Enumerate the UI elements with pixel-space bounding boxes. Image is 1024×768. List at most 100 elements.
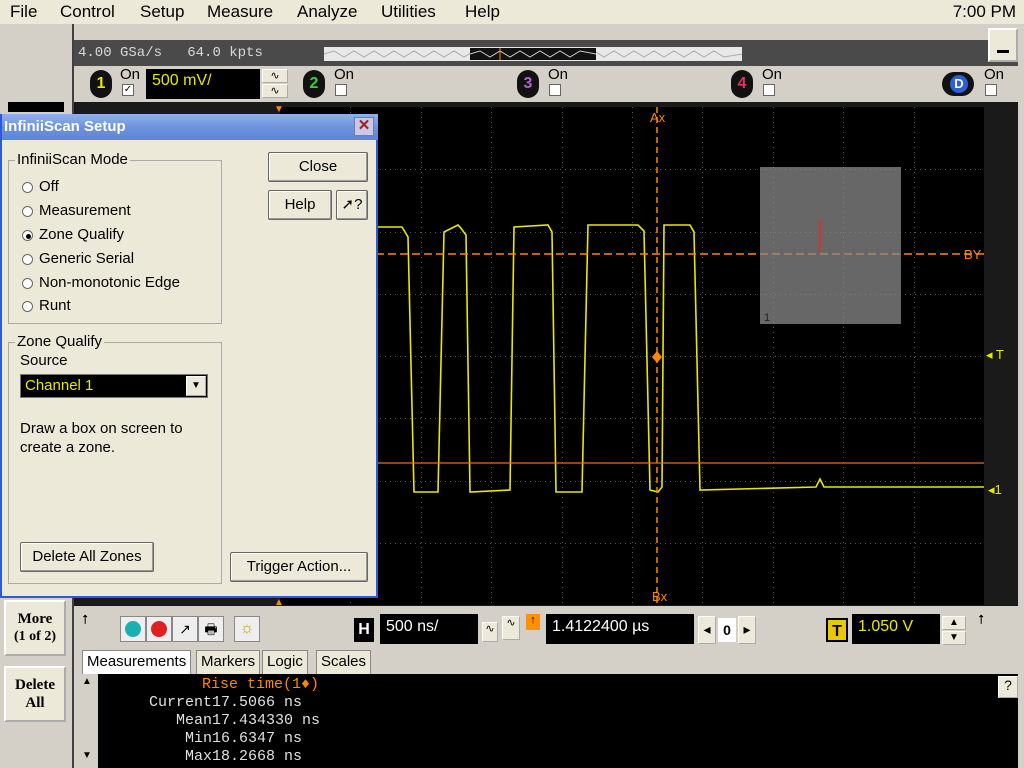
- horizontal-position-field[interactable]: 1.4122400 µs: [546, 614, 694, 644]
- timeline-view-window[interactable]: [470, 48, 596, 60]
- trigger-level-up[interactable]: ▲: [942, 616, 966, 630]
- mode-non-monotonic-radio[interactable]: Non-monotonic Edge: [22, 274, 180, 291]
- help-button[interactable]: Help: [268, 190, 332, 220]
- trigger-action-button[interactable]: Trigger Action...: [230, 552, 368, 582]
- measurement-value-mean: 17.434330 ns: [212, 712, 321, 729]
- scale-up-button[interactable]: ∿: [262, 69, 288, 83]
- channel-3-checkbox[interactable]: [549, 84, 561, 96]
- channel-4-badge[interactable]: 4: [731, 70, 753, 98]
- horizontal-scale-up[interactable]: ∿: [502, 616, 520, 640]
- menu-analyze[interactable]: Analyze: [297, 2, 357, 22]
- memory-depth: 64.0 kpts: [187, 45, 263, 61]
- tab-scales[interactable]: Scales: [316, 650, 372, 674]
- measurement-label-max: Max: [184, 748, 212, 765]
- memory-timeline[interactable]: [323, 47, 743, 61]
- mode-runt-label: Runt: [39, 297, 71, 314]
- menu-utilities[interactable]: Utilities: [381, 2, 436, 22]
- waveform-display[interactable]: 1 Ax Bx: [280, 107, 984, 605]
- measurement-label-current: Current: [148, 694, 212, 711]
- scroll-up-icon[interactable]: ▲: [82, 676, 92, 687]
- whats-this-label: ?: [354, 196, 363, 213]
- delete-all-zones-button[interactable]: Delete All Zones: [20, 542, 154, 572]
- measurement-help-button[interactable]: ?: [998, 676, 1018, 698]
- channel-1-scale-field[interactable]: 500 mV/: [146, 69, 260, 99]
- strip-indicator: [8, 102, 64, 112]
- menu-help[interactable]: Help: [465, 2, 500, 22]
- trigger-marker-right: ◂ T: [986, 347, 1004, 362]
- channel-3-on-label: On: [548, 66, 569, 83]
- channel-2-on-label: On: [334, 66, 355, 83]
- single-acquire-icon[interactable]: ↗: [172, 616, 198, 642]
- radio-circle: [22, 277, 33, 289]
- channel-2-badge[interactable]: 2: [303, 70, 325, 98]
- control-bar: ⭡ ↗ 🖶 ☼ H 500 ns/ ∿ ∿ ↑ 1.4122400 µs ◂ 0…: [74, 606, 1018, 652]
- delay-ref-icon[interactable]: ↑: [526, 614, 540, 630]
- channel-1-badge[interactable]: 1: [90, 70, 112, 98]
- channel-4-on-label: On: [762, 66, 783, 83]
- channel-2-checkbox[interactable]: [335, 84, 347, 96]
- run-icon[interactable]: [120, 616, 146, 642]
- trigger-level-field[interactable]: 1.050 V: [852, 614, 940, 644]
- infiniiscan-setup-dialog: InfiniiScan Setup ✕ InfiniiScan Mode Off…: [0, 114, 378, 598]
- mode-non-monotonic-label: Non-monotonic Edge: [39, 274, 180, 291]
- stop-icon[interactable]: [146, 616, 172, 642]
- channel-1-on-label: On: [120, 66, 141, 83]
- measurement-label-min: Min: [184, 730, 212, 747]
- scroll-up-marker-right[interactable]: ⭡: [978, 612, 984, 628]
- mode-generic-serial-radio[interactable]: Generic Serial: [22, 250, 134, 267]
- dialog-title-bar[interactable]: InfiniiScan Setup ✕: [2, 114, 378, 140]
- mode-group-title: InfiniiScan Mode: [15, 151, 130, 168]
- waveform-graticule: 1 Ax Bx: [280, 107, 984, 605]
- mode-measurement-radio[interactable]: Measurement: [22, 202, 131, 219]
- position-left-button[interactable]: ◂: [698, 616, 716, 644]
- dialog-close-x-button[interactable]: ✕: [354, 117, 374, 136]
- radio-circle: [22, 300, 33, 312]
- channel-3-badge[interactable]: 3: [517, 70, 539, 98]
- tab-logic[interactable]: Logic: [262, 650, 308, 674]
- more-page-label: (1 of 2): [14, 629, 56, 644]
- horizontal-scale-down[interactable]: ∿: [482, 622, 498, 642]
- zone-number: 1: [764, 312, 770, 324]
- delete-all-button[interactable]: Delete All: [4, 666, 66, 722]
- whats-this-button[interactable]: ➚?: [336, 190, 368, 220]
- sample-rate: 4.00 GSa/s: [78, 45, 163, 61]
- channel-4-checkbox[interactable]: [763, 84, 775, 96]
- brightness-icon[interactable]: ☼: [234, 616, 260, 642]
- minimize-button[interactable]: [988, 28, 1018, 62]
- mode-off-radio[interactable]: Off: [22, 178, 59, 195]
- close-button[interactable]: Close: [268, 152, 368, 182]
- scroll-up-marker[interactable]: ⭡: [82, 612, 88, 628]
- source-select[interactable]: Channel 1 ▼: [20, 374, 208, 398]
- horizontal-scale-field[interactable]: 500 ns/: [380, 614, 478, 644]
- digital-label: D: [950, 75, 968, 93]
- menu-control[interactable]: Control: [60, 2, 115, 22]
- tab-measurements[interactable]: Measurements: [82, 650, 192, 674]
- digital-checkbox[interactable]: [985, 84, 997, 96]
- menu-measure[interactable]: Measure: [207, 2, 273, 22]
- horizontal-badge: H: [354, 618, 374, 642]
- more-label: More: [17, 611, 53, 627]
- measurement-scrollbar[interactable]: ▲ ▼: [80, 674, 98, 768]
- qualify-zone-box: [760, 167, 901, 324]
- menu-file[interactable]: File: [10, 2, 37, 22]
- scale-down-button[interactable]: ∿: [262, 84, 288, 98]
- position-right-button[interactable]: ▸: [738, 616, 756, 644]
- digital-badge[interactable]: D: [942, 72, 974, 96]
- scroll-down-icon[interactable]: ▼: [82, 750, 92, 761]
- zone-qualify-group-title: Zone Qualify: [15, 333, 105, 350]
- more-button[interactable]: More (1 of 2): [4, 600, 66, 656]
- tab-bar: Measurements Markers Logic Scales: [80, 650, 380, 674]
- trigger-level-down[interactable]: ▼: [942, 631, 966, 645]
- channel-bar: 1 On ✓ 500 mV/ ∿ ∿ 2 On 3 On 4 On D On: [74, 66, 1018, 102]
- timeline-window-waveform: [470, 48, 596, 60]
- print-icon[interactable]: 🖶: [198, 616, 224, 642]
- mode-runt-radio[interactable]: Runt: [22, 297, 71, 314]
- mode-measurement-label: Measurement: [39, 202, 131, 219]
- measurement-value-min: 16.6347 ns: [212, 730, 303, 747]
- mode-zone-qualify-radio[interactable]: Zone Qualify: [22, 226, 124, 243]
- delete-all-label: All: [25, 695, 45, 711]
- tab-markers[interactable]: Markers: [196, 650, 261, 674]
- position-zero-button[interactable]: 0: [718, 618, 736, 642]
- menu-setup[interactable]: Setup: [140, 2, 184, 22]
- channel-1-checkbox[interactable]: ✓: [122, 84, 134, 96]
